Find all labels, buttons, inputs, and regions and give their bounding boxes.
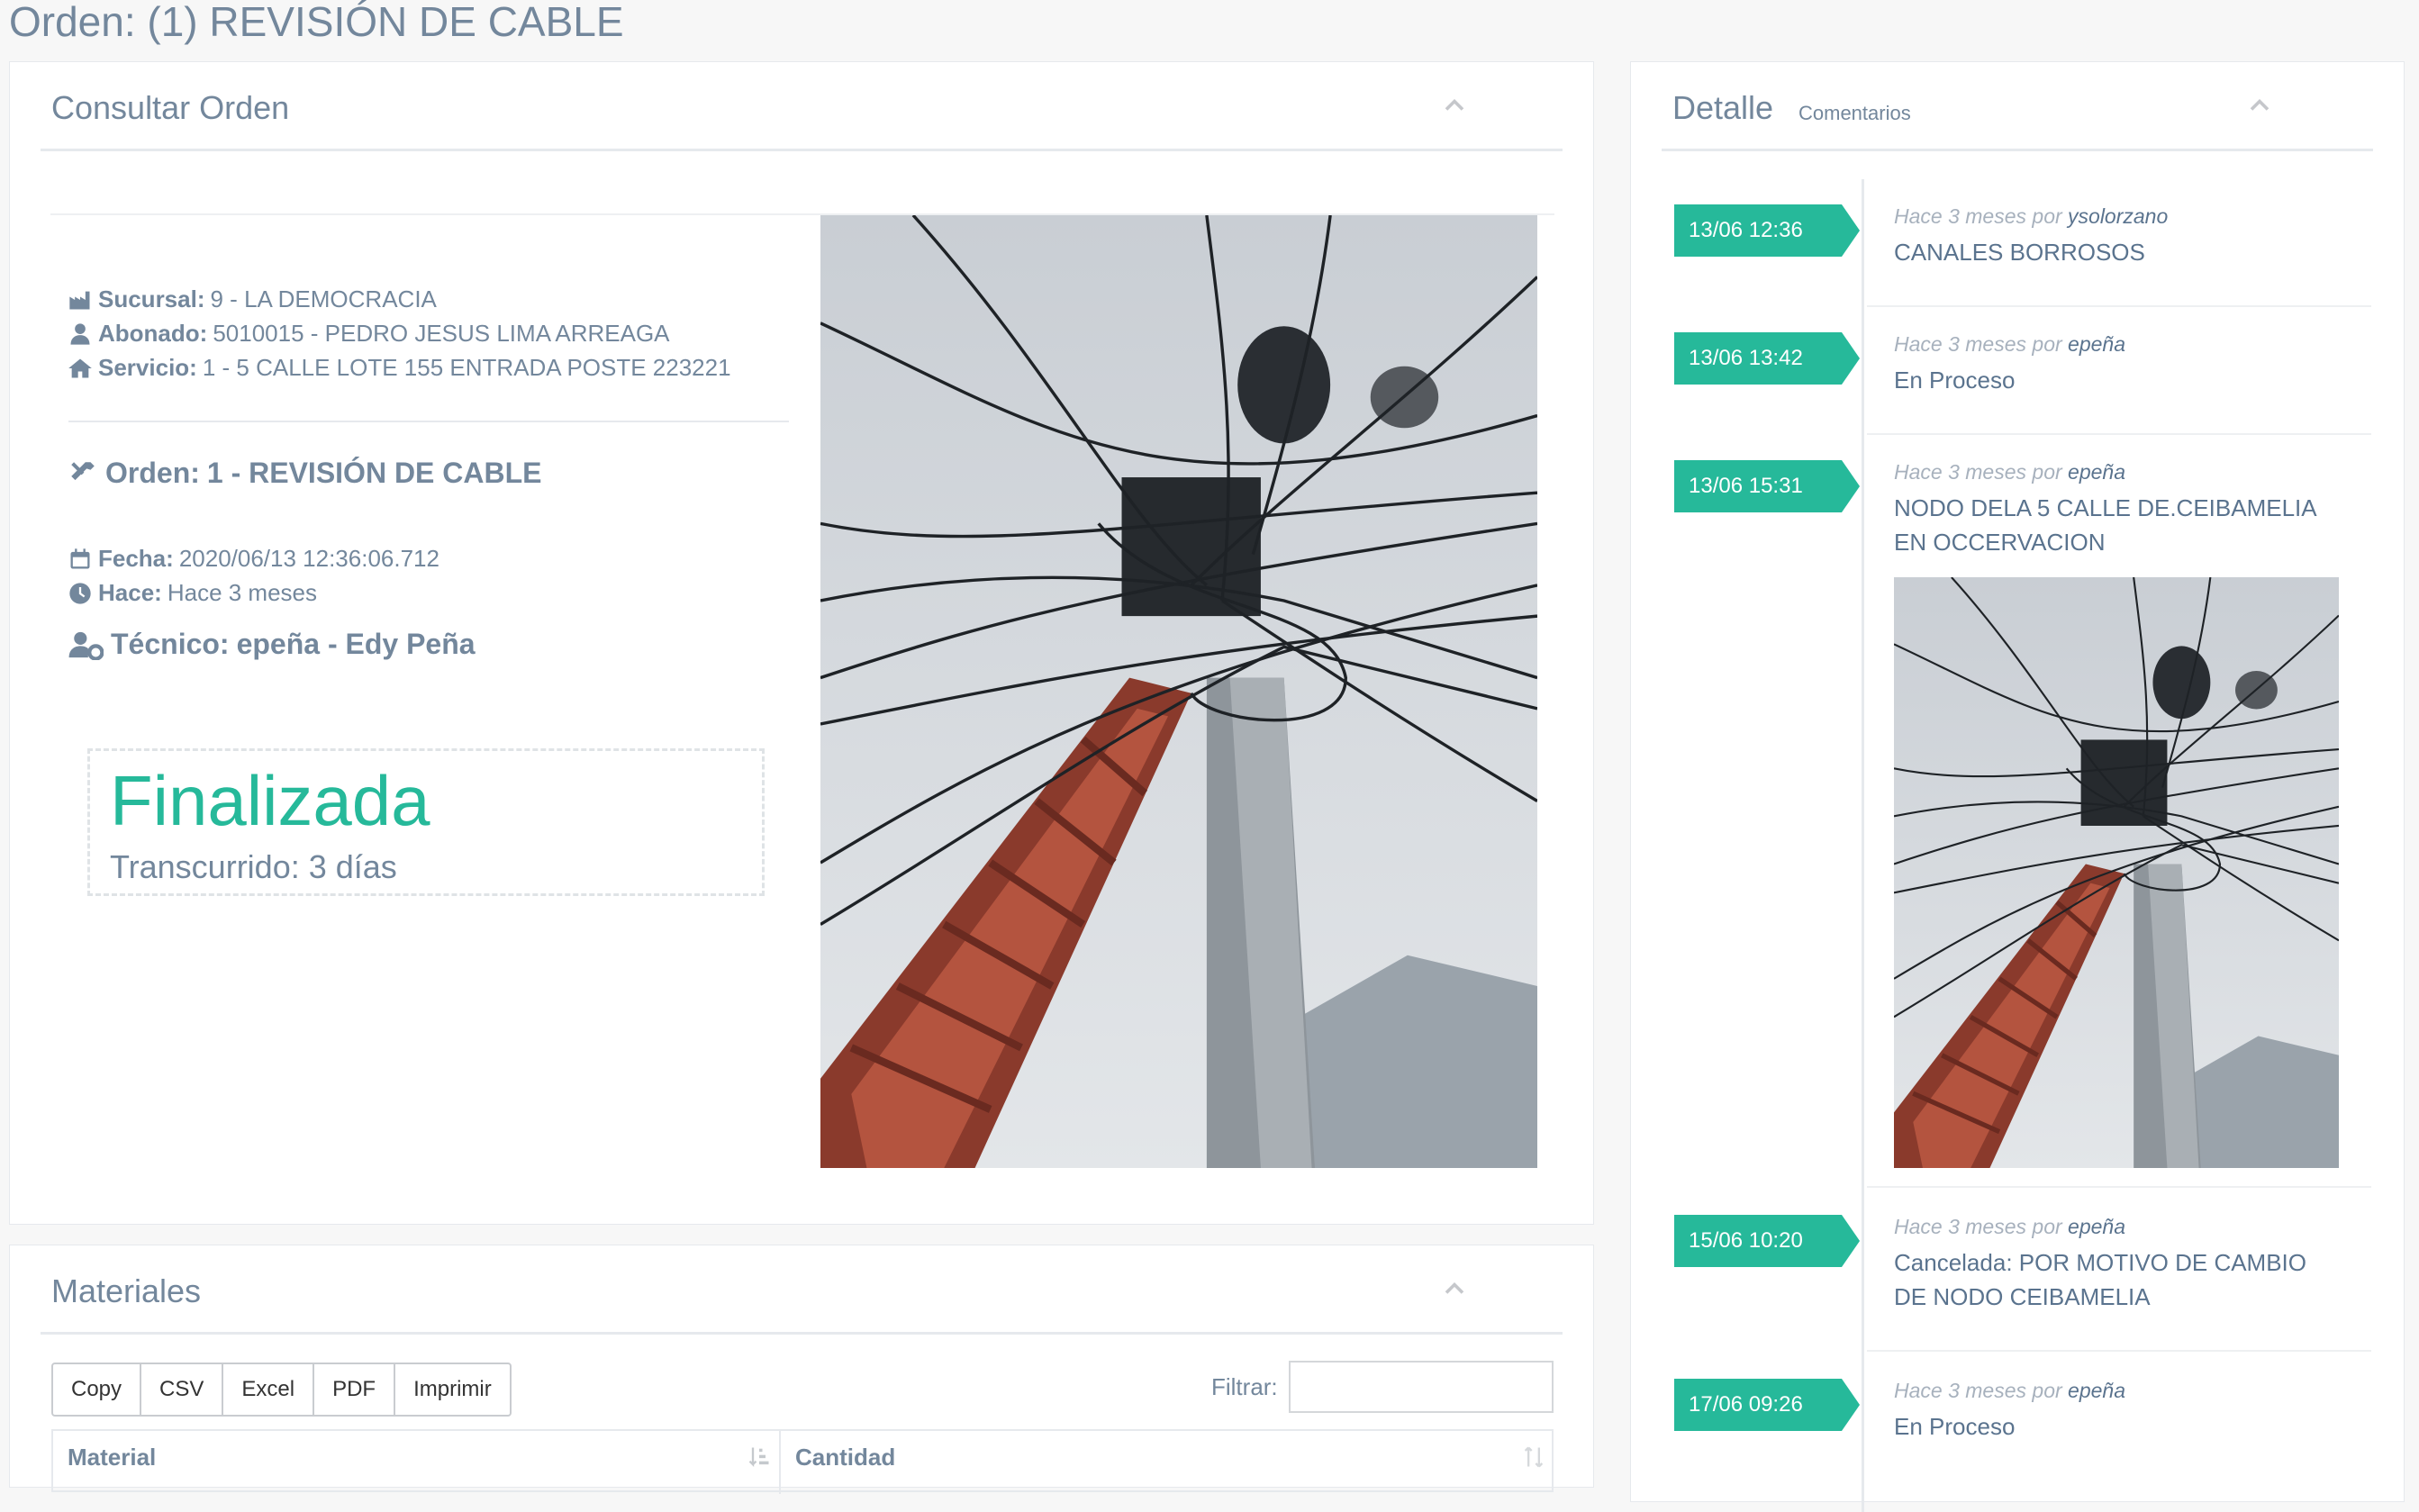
entry-text: Cancelada: POR MOTIVO DE CAMBIO DE NODO … xyxy=(1894,1249,2307,1310)
sort-icon[interactable] xyxy=(747,1444,772,1471)
industry-icon xyxy=(69,291,90,309)
servicio-line: Servicio: 1 - 5 CALLE LOTE 155 ENTRADA P… xyxy=(68,354,731,382)
detalle-title: Detalle xyxy=(1672,89,1774,126)
order-photo[interactable] xyxy=(820,215,1537,1168)
filter-label: Filtrar: xyxy=(1211,1373,1278,1400)
consultar-orden-title: Consultar Orden xyxy=(51,89,290,126)
abonado-label: Abonado: xyxy=(98,320,208,347)
entry-meta-prefix: Hace 3 meses por xyxy=(1894,460,2062,484)
user-icon xyxy=(70,322,90,345)
entry-text: CANALES BORROSOS xyxy=(1894,239,2145,266)
entry-meta-prefix: Hace 3 meses por xyxy=(1894,332,2062,356)
entry-text: NODO DELA 5 CALLE DE.CEIBAMELIA EN OCCER… xyxy=(1894,494,2316,556)
orden-value: 1 - REVISIÓN DE CABLE xyxy=(206,457,542,489)
sucursal-label: Sucursal: xyxy=(98,285,205,312)
entry-user[interactable]: epeña xyxy=(2068,460,2125,484)
entry-meta: Hace 3 meses por ysolorzano xyxy=(1894,204,2168,229)
hace-line: Hace: Hace 3 meses xyxy=(68,579,317,607)
timeline-tag: 17/06 09:26 xyxy=(1674,1379,1860,1431)
print-button[interactable]: Imprimir xyxy=(394,1363,512,1417)
fecha-label: Fecha: xyxy=(98,545,174,572)
entry-meta-prefix: Hace 3 meses por xyxy=(1894,1379,2062,1402)
timeline-tag: 13/06 13:42 xyxy=(1674,332,1860,385)
entry-divider xyxy=(1867,305,2371,307)
materiales-table-header: Material Cantidad xyxy=(51,1429,1554,1494)
orden-label: Orden: xyxy=(105,457,200,489)
entry-text: En Proceso xyxy=(1894,1413,2016,1440)
pdf-button[interactable]: PDF xyxy=(313,1363,396,1417)
copy-button[interactable]: Copy xyxy=(51,1363,142,1417)
entry-meta: Hace 3 meses por epeña xyxy=(1894,332,2125,357)
column-material[interactable]: Material xyxy=(68,1444,156,1471)
detalle-header: Detalle Comentarios xyxy=(1662,62,2373,151)
hace-label: Hace: xyxy=(98,579,162,606)
entry-divider xyxy=(1867,1186,2371,1188)
divider xyxy=(68,421,789,422)
calendar-icon xyxy=(70,548,90,568)
entry-meta-prefix: Hace 3 meses por xyxy=(1894,204,2062,228)
csv-button[interactable]: CSV xyxy=(140,1363,224,1417)
materiales-panel: Materiales Copy CSV Excel PDF Imprimir F… xyxy=(9,1245,1594,1494)
chevron-up-icon[interactable] xyxy=(2243,89,2276,122)
detalle-subtitle: Comentarios xyxy=(1798,102,1911,124)
entry-divider xyxy=(1867,1350,2371,1352)
timeline-tag: 13/06 15:31 xyxy=(1674,460,1860,512)
tecnico-label: Técnico: xyxy=(111,628,230,660)
abonado-line: Abonado: 5010015 - PEDRO JESUS LIMA ARRE… xyxy=(68,320,670,348)
entry-meta: Hace 3 meses por epeña xyxy=(1894,1215,2125,1239)
comment-photo-image xyxy=(1894,577,2339,1168)
sucursal-value: 9 - LA DEMOCRACIA xyxy=(210,285,437,312)
entry-user[interactable]: epeña xyxy=(2068,1379,2125,1402)
fecha-value: 2020/06/13 12:36:06.712 xyxy=(178,545,439,572)
entry-divider xyxy=(1867,433,2371,435)
entry-meta-prefix: Hace 3 meses por xyxy=(1894,1215,2062,1238)
materiales-header: Materiales xyxy=(41,1245,1563,1335)
home-icon xyxy=(68,358,92,377)
export-button-group: Copy CSV Excel PDF Imprimir xyxy=(51,1363,512,1417)
entry-meta: Hace 3 meses por epeña xyxy=(1894,1379,2125,1403)
timeline-line xyxy=(1862,179,1864,1512)
clock-icon xyxy=(69,582,91,604)
filter-input[interactable] xyxy=(1289,1361,1554,1413)
abonado-value: 5010015 - PEDRO JESUS LIMA ARREAGA xyxy=(213,320,670,347)
user-cog-icon xyxy=(68,631,104,660)
tecnico-line: Técnico: epeña - Edy Peña xyxy=(68,628,476,661)
comment-photo[interactable] xyxy=(1894,577,2339,1168)
servicio-label: Servicio: xyxy=(98,354,197,381)
consultar-orden-panel: Consultar Orden Sucursal: 9 - LA DEMOCRA… xyxy=(9,61,1594,1225)
column-divider xyxy=(779,1431,781,1494)
timeline-tag: 15/06 10:20 xyxy=(1674,1215,1860,1267)
chevron-up-icon[interactable] xyxy=(1438,1272,1471,1305)
sort-icon[interactable] xyxy=(1521,1444,1546,1471)
hace-value: Hace 3 meses xyxy=(167,579,318,606)
orden-line: Orden: 1 - REVISIÓN DE CABLE xyxy=(68,457,542,490)
servicio-value: 1 - 5 CALLE LOTE 155 ENTRADA POSTE 22322… xyxy=(202,354,731,381)
entry-text: En Proceso xyxy=(1894,367,2016,394)
status-box: Finalizada Transcurrido: 3 días xyxy=(87,748,765,896)
sucursal-line: Sucursal: 9 - LA DEMOCRACIA xyxy=(68,285,437,313)
materiales-title: Materiales xyxy=(51,1272,202,1309)
tools-icon xyxy=(71,461,95,480)
timeline-tag: 13/06 12:36 xyxy=(1674,204,1860,257)
column-cantidad[interactable]: Cantidad xyxy=(795,1444,895,1471)
status-label: Finalizada xyxy=(110,761,430,840)
fecha-line: Fecha: 2020/06/13 12:36:06.712 xyxy=(68,545,439,573)
entry-user[interactable]: ysolorzano xyxy=(2068,204,2168,228)
page-title: Orden: (1) REVISIÓN DE CABLE xyxy=(9,0,624,45)
entry-meta: Hace 3 meses por epeña xyxy=(1894,460,2125,484)
elapsed-label: Transcurrido: 3 días xyxy=(110,848,397,885)
entry-user[interactable]: epeña xyxy=(2068,1215,2125,1238)
detalle-panel: Detalle Comentarios 13/06 12:36 Hace 3 m… xyxy=(1630,61,2405,1512)
order-photo-image xyxy=(820,215,1537,1168)
tecnico-value: epeña - Edy Peña xyxy=(236,628,476,660)
excel-button[interactable]: Excel xyxy=(222,1363,315,1417)
consultar-orden-header: Consultar Orden xyxy=(41,62,1563,151)
chevron-up-icon[interactable] xyxy=(1438,89,1471,122)
entry-user[interactable]: epeña xyxy=(2068,332,2125,356)
